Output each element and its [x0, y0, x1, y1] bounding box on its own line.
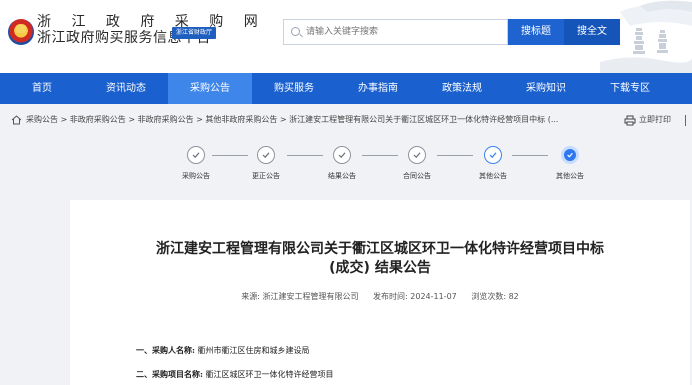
printer-icon[interactable]	[624, 115, 636, 126]
search-input[interactable]	[306, 23, 501, 41]
nav-home[interactable]: 首页	[0, 73, 84, 104]
check-icon	[408, 146, 426, 164]
nav-downloads[interactable]: 下载专区	[588, 73, 672, 104]
step-procurement-notice[interactable]: 采购公告	[166, 140, 226, 186]
home-icon[interactable]	[11, 115, 22, 125]
purchaser-item: 一、采购人名称: 衢州市衢江区住房和城乡建设局	[136, 345, 310, 356]
step-other-notice[interactable]: 其他公告	[463, 140, 523, 186]
article-publish-time: 发布时间: 2024-11-07	[373, 292, 457, 301]
finance-dept-badge[interactable]: 浙江省财政厅	[172, 27, 217, 39]
article-title-line1: 浙江建安工程管理有限公司关于衢江区城区环卫一体化特许经营项目中标	[156, 241, 604, 257]
gov-emblem-logo[interactable]	[8, 19, 34, 45]
project-name-label: 二、采购项目名称:	[136, 369, 203, 379]
step-label: 合同公告	[403, 172, 431, 180]
check-icon	[187, 146, 205, 164]
article-view-count: 浏览次数: 82	[471, 292, 519, 301]
search-title-button[interactable]: 搜标题	[508, 19, 564, 45]
article-meta: 来源: 浙江建安工程管理有限公司 发布时间: 2024-11-07 浏览次数: …	[70, 291, 690, 302]
purchaser-label: 一、采购人名称:	[136, 345, 195, 355]
check-icon	[484, 146, 502, 164]
site-title-line2: 浙江政府购买服务信息平台	[37, 30, 211, 46]
site-title-line1: 浙 江 政 府 采 购 网	[37, 14, 266, 30]
article-source: 来源: 浙江建安工程管理有限公司	[241, 292, 359, 301]
step-correction-notice[interactable]: 更正公告	[236, 140, 296, 186]
check-icon	[561, 146, 579, 164]
notice-article: 浙江建安工程管理有限公司关于衢江区城区环卫一体化特许经营项目中标 (成交) 结果…	[70, 200, 690, 385]
nav-procurement-notices[interactable]: 采购公告	[168, 73, 252, 104]
purchaser-value: 衢州市衢江区住房和城乡建设局	[197, 346, 310, 355]
search-icon	[291, 27, 300, 36]
nav-website[interactable]: 网站	[672, 73, 692, 104]
check-icon	[333, 146, 351, 164]
print-button[interactable]: 立即打印	[639, 113, 671, 127]
main-nav: 首页 资讯动态 采购公告 购买服务 办事指南 政策法规 采购知识 下载专区 网站	[0, 73, 692, 104]
nav-knowledge[interactable]: 采购知识	[504, 73, 588, 104]
pagoda-decoration-icon	[600, 0, 692, 73]
step-contract-notice[interactable]: 合同公告	[387, 140, 447, 186]
nav-purchase-services[interactable]: 购买服务	[252, 73, 336, 104]
step-label: 更正公告	[252, 172, 280, 180]
nav-guide[interactable]: 办事指南	[336, 73, 420, 104]
step-label: 采购公告	[182, 172, 210, 180]
search-box	[283, 19, 508, 45]
share-icon[interactable]	[685, 115, 692, 126]
step-result-notice[interactable]: 结果公告	[312, 140, 372, 186]
site-header: 浙 江 政 府 采 购 网 浙江政府购买服务信息平台 浙江省财政厅 搜标题 搜全…	[0, 0, 692, 73]
step-other-notice-current[interactable]: 其他公告	[540, 140, 600, 186]
nav-policies[interactable]: 政策法规	[420, 73, 504, 104]
article-title-line2: (成交) 结果公告	[329, 260, 431, 276]
nav-news[interactable]: 资讯动态	[84, 73, 168, 104]
step-label: 其他公告	[556, 172, 584, 180]
step-label: 结果公告	[328, 172, 356, 180]
check-icon	[257, 146, 275, 164]
project-name-value: 衢江区城区环卫一体化特许经营项目	[205, 370, 334, 379]
breadcrumb-path[interactable]: 采购公告 > 非政府采购公告 > 非政府采购公告 > 其他非政府采购公告 > 浙…	[26, 113, 621, 127]
site-title[interactable]: 浙 江 政 府 采 购 网 浙江政府购买服务信息平台	[37, 14, 266, 46]
notice-progress-steps: 采购公告 更正公告 结果公告 合同公告 其他公告 其他公告	[0, 140, 692, 186]
step-label: 其他公告	[479, 172, 507, 180]
article-title: 浙江建安工程管理有限公司关于衢江区城区环卫一体化特许经营项目中标 (成交) 结果…	[110, 240, 650, 278]
project-name-item: 二、采购项目名称: 衢江区城区环卫一体化特许经营项目	[136, 369, 334, 380]
breadcrumb: 采购公告 > 非政府采购公告 > 非政府采购公告 > 其他非政府采购公告 > 浙…	[0, 104, 692, 136]
